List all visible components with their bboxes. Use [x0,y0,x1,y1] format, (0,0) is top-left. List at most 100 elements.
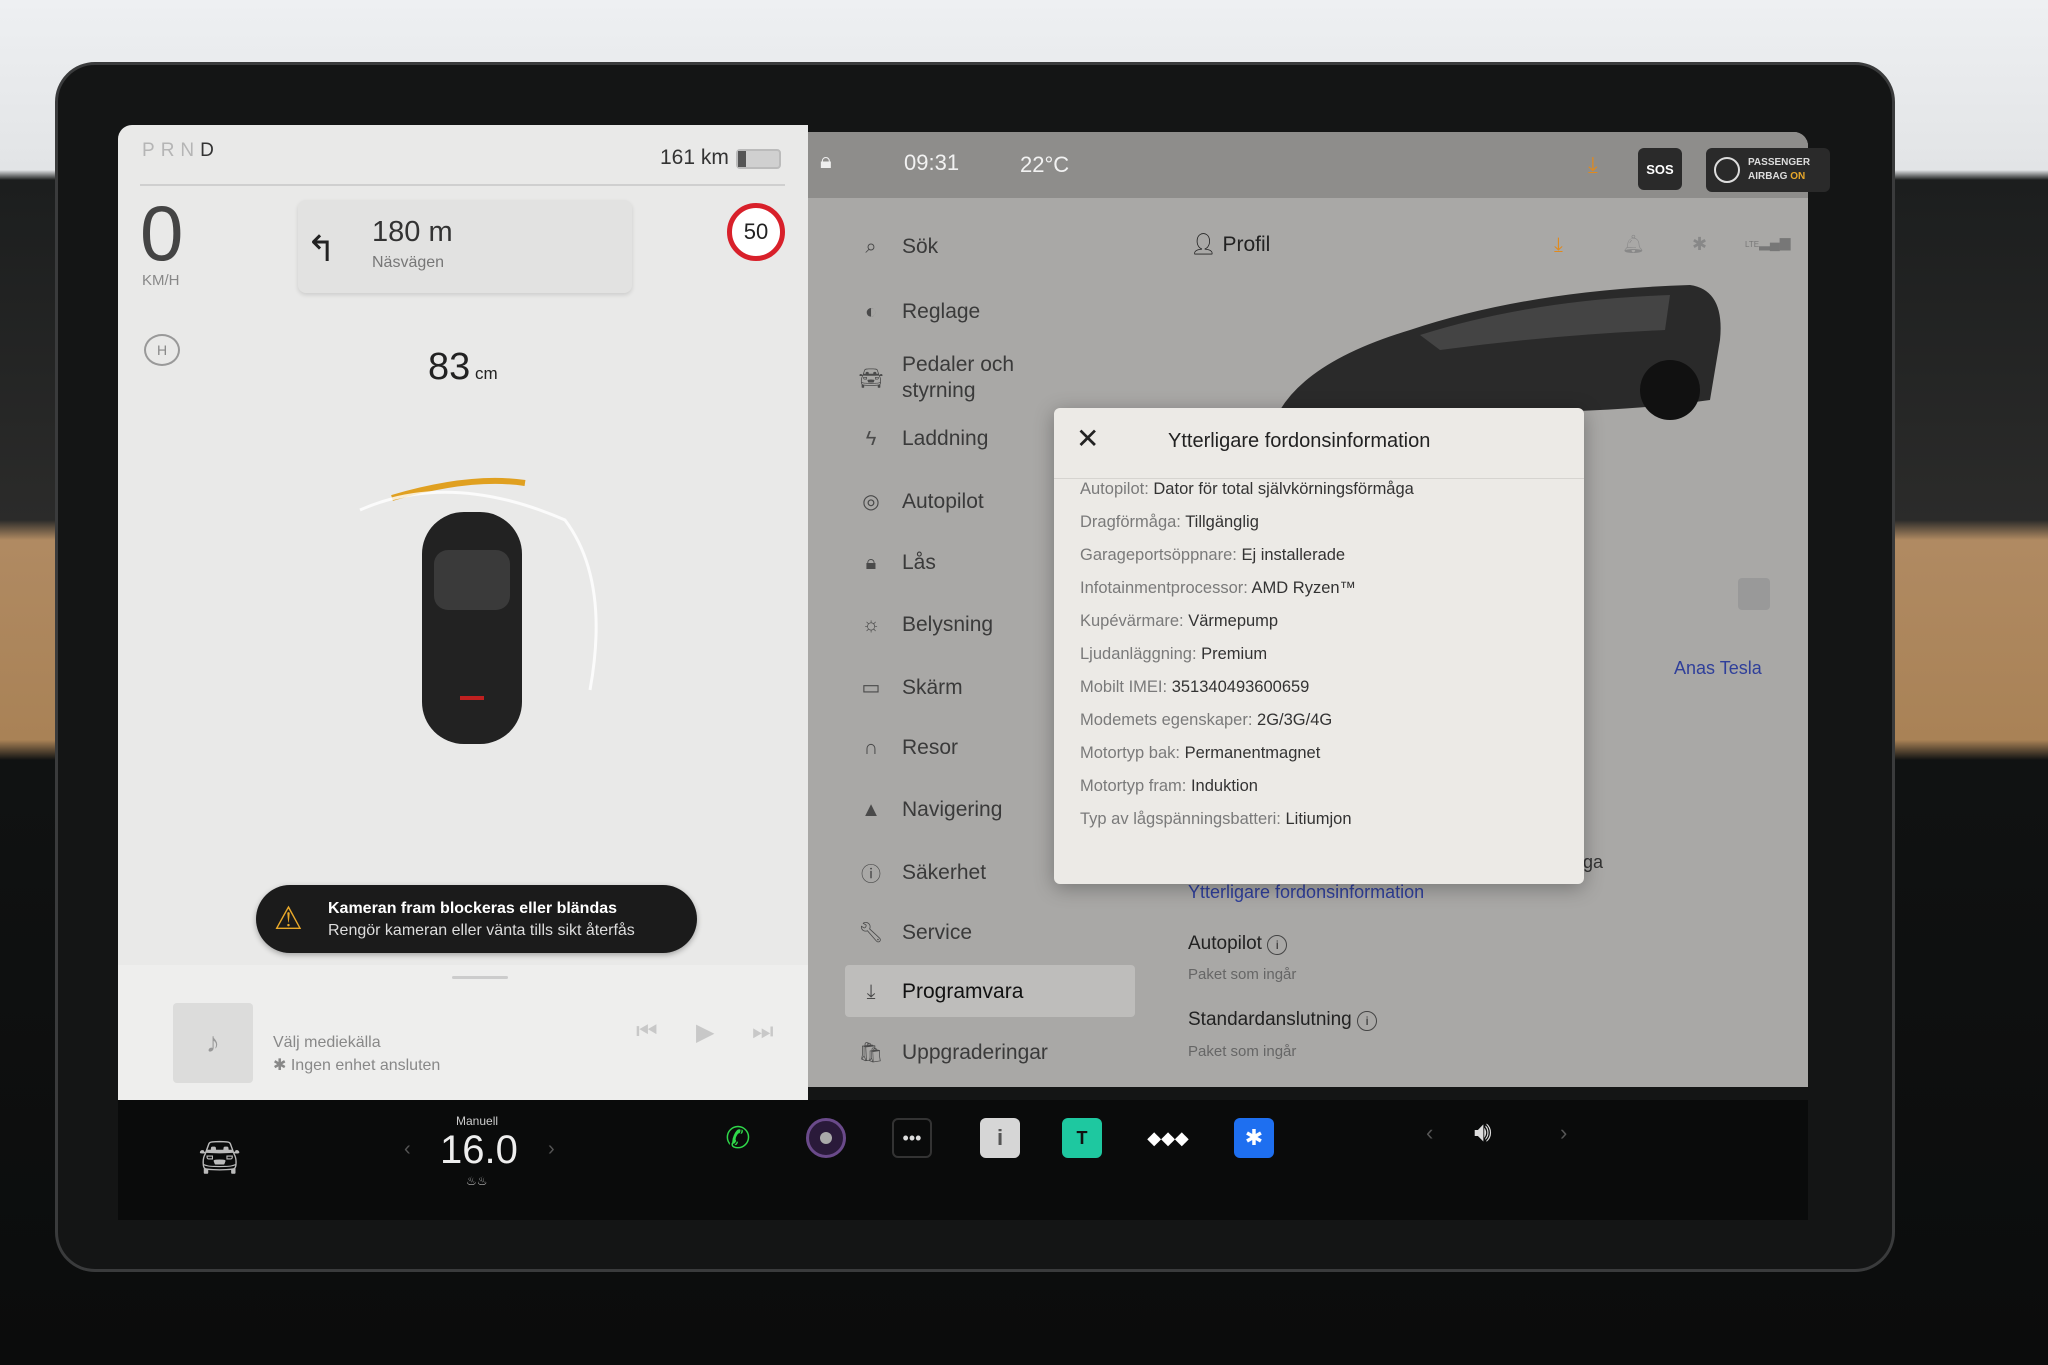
camera-warning-toast: ⚠ Kameran fram blockeras eller bländas R… [256,885,697,953]
menu-item-alert[interactable]: ⓘ Säkerhet [858,858,986,887]
info-row: Infotainmentprocessor: AMD Ryzen™ [1080,579,1357,597]
previous-track-button[interactable]: ⏮ [636,1018,658,1046]
music-note-icon[interactable]: ♪ [173,1003,253,1083]
car-icon[interactable]: 🚘︎ [198,1138,241,1178]
trips-icon: ∩ [863,736,879,759]
info-row: Motortyp fram: Induktion [1080,777,1258,795]
battery-icon [736,149,781,169]
info-row: Autopilot: Dator för total självkörnings… [1080,480,1414,498]
media-source-label[interactable]: Välj mediekälla [273,1034,381,1052]
modal-title: Ytterligare fordonsinformation [1168,430,1431,452]
nav-street: Näsvägen [372,254,445,271]
menu-item-lock[interactable]: 🔒︎ Lås [858,551,936,575]
bolt-icon: ϟ [865,427,877,450]
tidal-icon[interactable]: ◆◆◆ [1147,1118,1189,1158]
camera-app-icon[interactable] [806,1118,846,1158]
steering-wheel-icon: ◎ [862,491,880,513]
menu-item-steering-wheel[interactable]: ◎ Autopilot [858,489,984,514]
menu-item-label: Belysning [902,613,994,636]
play-button[interactable]: ▶ [696,1018,714,1047]
menu-item-label: Programvara [902,980,1024,1003]
warning-icon: ⚠ [274,900,303,936]
menu-item-bag[interactable]: 🛍︎ Uppgraderingar [858,1040,1048,1065]
info-row: Typ av lågspänningsbatteri: Litiumjon [1080,810,1352,828]
package-note: Paket som ingår [1188,966,1297,983]
lock-icon: 🔒︎ [865,551,877,574]
info-row: Motortyp bak: Permanentmagnet [1080,744,1321,762]
menu-item-search[interactable]: ⌕ Sök [858,235,938,259]
toybox-icon[interactable]: T [1062,1118,1102,1158]
menu-item-download[interactable]: ⤓ Programvara [858,980,1024,1004]
volume-down-chevron[interactable]: ‹ [1426,1120,1433,1146]
alert-icon: ⓘ [861,864,881,886]
cabin-temperature[interactable]: 16.0 [440,1128,518,1173]
bluetooth-icon: ✱ [273,1057,291,1074]
car-icon: 🚘︎ [858,367,884,390]
menu-item-label: Reglage [902,300,981,323]
bluetooth-app-icon[interactable]: ✱ [1234,1118,1274,1158]
speed-readout: 0 [140,189,184,277]
info-icon[interactable]: i [1267,935,1288,955]
menu-item-label: Autopilot [902,489,984,513]
software-update-icon[interactable]: ⤓ [1588,152,1598,178]
speed-limit-sign: 50 [727,203,785,261]
manual-icon[interactable]: i [980,1118,1020,1158]
range-readout: 161 km [660,146,729,169]
more-apps-icon[interactable]: ••• [892,1118,932,1158]
menu-item-label: Säkerhet [902,860,987,884]
menu-item-display[interactable]: ▭ Skärm [858,675,963,700]
download-icon: ⤓ [866,980,876,1003]
next-track-button[interactable]: ⏭ [752,1018,774,1046]
menu-item-trips[interactable]: ∩ Resor [858,736,958,760]
warning-title: Kameran fram blockeras eller bländas [328,900,618,917]
car-name[interactable]: Anas Tesla [1674,658,1762,679]
download-icon[interactable]: ⤓ [1554,234,1563,257]
park-assist-visualization [359,477,598,744]
volume-up-chevron[interactable]: › [1560,1120,1567,1146]
menu-item-navigation[interactable]: ▲ Navigering [858,798,1002,822]
bag-icon: 🛍︎ [858,1042,884,1064]
bell-icon[interactable]: 🔔︎ [1622,234,1645,255]
warning-subtitle: Rengör kameran eller vänta tills sikt åt… [328,922,635,939]
outside-temperature: 22°C [1020,152,1070,177]
nav-instruction-card[interactable]: ↰ 180 m Näsvägen [298,200,632,293]
divider [1054,478,1584,479]
vehicle-info-modal: ✕ Ytterligare fordonsinformation Autopil… [1054,408,1584,884]
menu-item-toggle[interactable]: ◐ Reglage [858,300,980,324]
menu-item-label: Laddning [902,427,989,450]
seat-heater-icon[interactable]: ♨♨ [466,1174,488,1188]
vehicle-image [1280,285,1721,420]
auto-hold-icon: H [144,334,180,366]
info-row: Mobilt IMEI: 351340493600659 [1080,678,1310,696]
divider [140,184,785,186]
menu-item-sun[interactable]: ☼ Belysning [858,613,993,637]
profile-button[interactable]: 👤︎ Profil [1190,233,1270,257]
toggle-icon: ◐ [864,300,878,323]
speed-unit: KM/H [142,272,180,289]
navigation-icon: ▲ [861,798,881,821]
airbag-icon [1714,157,1740,183]
color-swatch[interactable] [1738,578,1770,610]
menu-item-bolt[interactable]: ϟ Laddning [858,427,989,451]
sos-button[interactable]: SOS [1638,148,1682,190]
volume-icon[interactable]: 🔊︎ [1474,1116,1492,1149]
close-icon[interactable]: ✕ [1076,422,1099,455]
bluetooth-icon[interactable]: ✱ [1692,234,1707,255]
info-row: Modemets egenskaper: 2G/3G/4G [1080,711,1333,729]
gear-selector: PRND [142,140,220,161]
menu-item-car[interactable]: 🚘︎ Pedaler och styrning [858,352,1042,404]
wrench-icon: 🔧︎ [858,922,884,944]
temp-up-chevron[interactable]: › [548,1138,555,1161]
info-icon[interactable]: i [1357,1011,1378,1031]
lock-icon[interactable]: 🔒︎ [820,148,832,174]
climate-mode: Manuell [456,1114,499,1128]
more-vehicle-info-link[interactable]: Ytterligare fordonsinformation [1188,882,1424,903]
package-connectivity: Standardanslutning i [1188,1009,1378,1031]
menu-item-wrench[interactable]: 🔧︎ Service [858,920,972,945]
menu-item-label: Uppgraderingar [902,1040,1048,1064]
temp-down-chevron[interactable]: ‹ [404,1138,411,1161]
info-row: Garageportsöppnare: Ej installerade [1080,546,1346,564]
drag-handle[interactable] [452,976,508,979]
menu-item-label: Sök [902,235,939,258]
phone-icon[interactable]: ✆ [718,1118,758,1158]
